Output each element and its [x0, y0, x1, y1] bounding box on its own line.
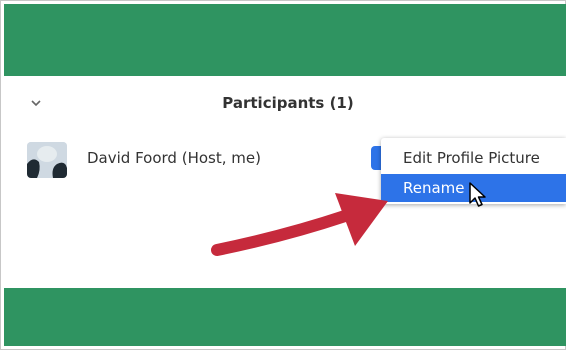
avatar-image — [27, 142, 67, 178]
participants-title: Participants (1) — [222, 94, 354, 112]
bottom-green-band — [4, 288, 566, 346]
menu-item-edit-profile-picture[interactable]: Edit Profile Picture — [381, 144, 566, 172]
participant-name: David Foord (Host, me) — [87, 149, 261, 167]
annotation-arrow — [211, 193, 388, 256]
mouse-pointer-icon — [469, 182, 486, 207]
top-green-band — [4, 4, 566, 76]
participant-avatar[interactable] — [27, 142, 67, 178]
